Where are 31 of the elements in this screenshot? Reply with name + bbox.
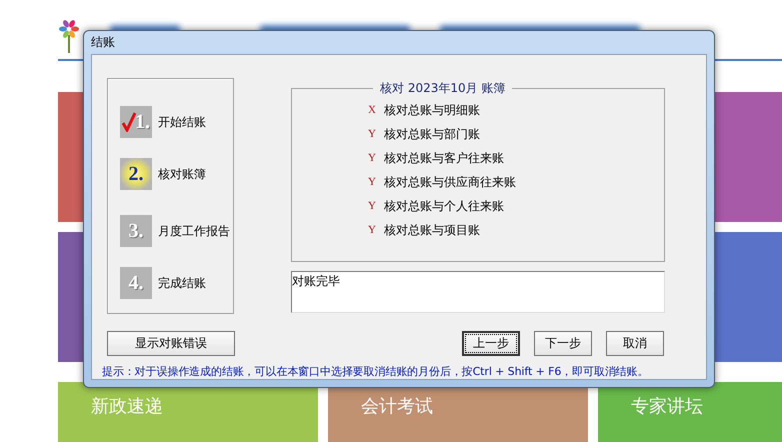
check-item-label: 核对总账与项目账	[384, 222, 480, 238]
status-mark: Y	[368, 128, 377, 140]
tile-label: 新政速递	[91, 395, 163, 418]
status-mark: X	[368, 104, 377, 116]
status-mark: Y	[368, 200, 377, 212]
step-icon: 4.	[120, 267, 152, 299]
step-icon: 3.	[120, 215, 152, 247]
step-icon: 2.	[120, 158, 152, 190]
step-label: 完成结账	[158, 274, 206, 292]
tile-label: 专家讲坛	[631, 395, 703, 418]
status-mark: Y	[368, 176, 377, 188]
status-mark: Y	[368, 224, 377, 236]
window-title: 结账	[91, 34, 115, 51]
result-text-area[interactable]: 对账完毕	[291, 271, 665, 313]
step-icon: 1.	[120, 106, 152, 138]
check-item-label: 核对总账与个人往来账	[384, 198, 504, 214]
hint-text: 提示：对于误操作造成的结账，可以在本窗口中选择要取消结账的月份后，按Ctrl + Shift + F6，即可取消结账。	[101, 364, 650, 379]
dialog-button[interactable]: 下一步	[534, 331, 592, 356]
check-item-label: 核对总账与客户往来账	[384, 150, 504, 166]
step-label: 核对账簿	[158, 166, 206, 182]
step-label: 开始结账	[158, 114, 206, 130]
tile-label: 会计考试	[361, 395, 433, 418]
dialog-button[interactable]: 上一步	[462, 331, 520, 356]
status-mark: Y	[368, 152, 377, 164]
check-item-label: 核对总账与供应商往来账	[384, 174, 516, 190]
group-title: 核对 2023年10月 账簿	[379, 80, 506, 97]
check-item-label: 核对总账与明细账	[384, 102, 480, 118]
dialog-button[interactable]: 取消	[606, 331, 664, 356]
check-item-label: 核对总账与部门账	[384, 126, 480, 142]
show-errors-button[interactable]: 显示对账错误	[107, 331, 235, 356]
step-label: 月度工作报告	[158, 222, 230, 240]
